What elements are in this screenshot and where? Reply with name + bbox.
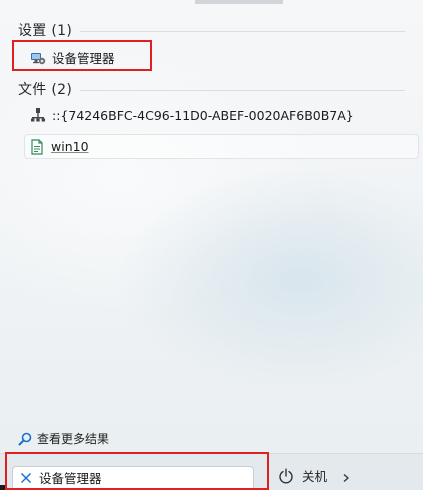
result-item-label: 设备管理器: [52, 51, 115, 66]
device-manager-icon: [30, 50, 46, 66]
search-box[interactable]: [12, 466, 254, 490]
result-item-label: win10: [51, 139, 89, 154]
result-item-device-manager[interactable]: 设备管理器: [30, 48, 115, 67]
network-icon: [30, 107, 46, 123]
top-scroll-indicator: [195, 0, 283, 4]
power-button[interactable]: 关机: [278, 466, 357, 485]
result-item-win10[interactable]: win10: [24, 134, 419, 159]
close-icon[interactable]: [13, 468, 39, 488]
result-item-clsid[interactable]: ::{74246BFC-4C96-11D0-ABEF-0020AF6B0B7A}: [30, 107, 354, 123]
see-more-label: 查看更多结果: [37, 432, 110, 446]
document-icon: [29, 138, 45, 155]
chevron-right-icon[interactable]: [341, 471, 351, 482]
taskbar-edge: [0, 485, 5, 490]
section-header-settings: 设置 (1): [18, 23, 73, 39]
search-input[interactable]: [39, 470, 229, 485]
result-item-label: ::{74246BFC-4C96-11D0-ABEF-0020AF6B0B7A}: [52, 107, 354, 123]
see-more-results-link[interactable]: 查看更多结果: [18, 430, 109, 447]
section-divider-settings: [80, 31, 405, 32]
section-divider-files: [80, 90, 405, 91]
search-icon: [18, 432, 32, 446]
power-icon: [278, 468, 294, 484]
search-results-panel: 设置 (1) 设备管理器 文件 (2)::{74246BFC-4C96-11D…: [0, 0, 423, 490]
section-header-files: 文件 (2): [18, 82, 73, 98]
power-label: 关机: [302, 469, 328, 484]
